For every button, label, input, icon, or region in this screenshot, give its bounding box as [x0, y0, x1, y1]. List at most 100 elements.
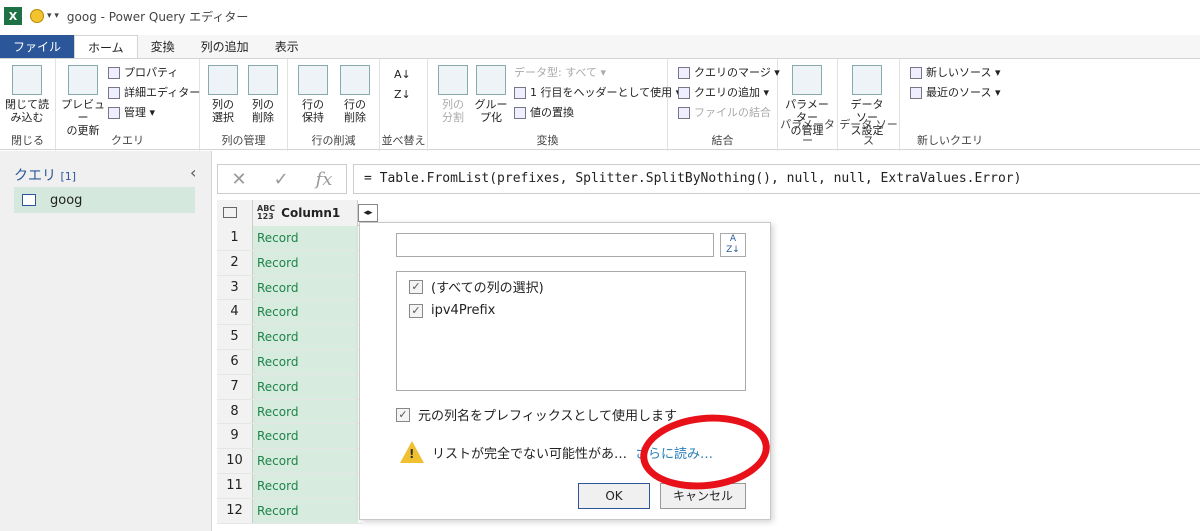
advanced-editor-label: 詳細エディター	[124, 86, 201, 99]
sort-descending-icon[interactable]: Z↓	[394, 85, 411, 105]
ribbon: 閉じて読 み込む 閉じる プレビュー の更新 プロパティ 詳細エディター 管理 …	[0, 58, 1200, 151]
tab-view[interactable]: 表示	[262, 35, 312, 59]
smiley-icon[interactable]	[30, 9, 44, 23]
column-type-icon[interactable]: ABC 123	[257, 205, 275, 221]
refresh-preview-button[interactable]: プレビュー の更新	[60, 65, 106, 137]
group-label-parameters: パラメーター	[780, 118, 835, 147]
merge-icon	[678, 67, 690, 79]
recent-sources-icon	[910, 87, 922, 99]
collapse-pane-icon[interactable]: ‹	[190, 163, 196, 182]
cell-value[interactable]: Record	[253, 275, 358, 300]
use-prefix-checkbox[interactable]: ✓	[396, 407, 410, 422]
group-new-query: 新しいソース ▾ 最近のソース ▾ 新しいクエリ	[900, 59, 1000, 151]
use-prefix-label: 元の列名をプレフィックスとして使用します	[418, 409, 677, 424]
replace-values-label: 値の置換	[530, 106, 574, 119]
group-by-icon	[476, 65, 506, 95]
remove-rows-icon	[340, 65, 370, 95]
cell-value[interactable]: Record	[253, 325, 358, 349]
data-type-label: データ型: すべて	[514, 66, 597, 79]
new-source-button[interactable]: 新しいソース ▾	[910, 63, 1000, 83]
query-item[interactable]: goog	[14, 187, 195, 213]
row-number: 8	[217, 399, 253, 424]
warning-icon: !	[400, 441, 424, 463]
advanced-editor-button[interactable]: 詳細エディター	[108, 83, 200, 103]
cell-value[interactable]: Record	[253, 449, 358, 473]
group-label-combine: 結合	[711, 134, 734, 147]
cell-value[interactable]: Record	[253, 349, 358, 374]
sort-ascending-icon[interactable]: A↓	[394, 65, 411, 85]
properties-button[interactable]: プロパティ	[108, 63, 178, 83]
table-row: 4 Record	[217, 300, 362, 326]
formula-buttons: ✕ ✓ fx	[217, 164, 347, 194]
row-number: 9	[217, 424, 253, 449]
formula-bar[interactable]: = Table.FromList(prefixes, Splitter.Spli…	[353, 164, 1200, 194]
tab-add-column[interactable]: 列の追加	[188, 35, 262, 59]
keep-rows-icon	[298, 65, 328, 95]
tab-home[interactable]: ホーム	[74, 35, 138, 59]
cell-value[interactable]: Record	[253, 399, 358, 424]
ok-button[interactable]: OK	[578, 483, 650, 509]
close-load-label: 閉じて読 み込む	[5, 98, 49, 124]
table-row: 7 Record	[217, 374, 362, 400]
select-all-checkbox[interactable]: ✓	[409, 279, 423, 294]
use-prefix-row[interactable]: ✓ 元の列名をプレフィックスとして使用します	[396, 405, 677, 424]
commit-formula-icon[interactable]: ✓	[274, 169, 289, 190]
cell-value[interactable]: Record	[253, 473, 358, 498]
group-by-label: グルー プ化	[474, 98, 508, 124]
append-icon	[678, 87, 690, 99]
close-load-button[interactable]: 閉じて読 み込む	[4, 65, 50, 124]
keep-rows-label: 行の 保持	[302, 98, 324, 124]
remove-columns-button[interactable]: 列の 削除	[240, 65, 286, 124]
group-manage-columns: 列の 選択 列の 削除 列の管理	[200, 59, 288, 151]
cancel-formula-icon[interactable]: ✕	[231, 169, 246, 190]
data-grid: ABC 123 Column1 ◂▸ 1 Record 2 Record 3 Reco…	[217, 200, 378, 531]
manage-button[interactable]: 管理 ▾	[108, 103, 155, 123]
first-row-header-label: 1 行目をヘッダーとして使用	[530, 86, 673, 99]
table-row: 1 Record	[217, 226, 362, 251]
table-row: 12 Record	[217, 498, 362, 524]
column-list: ✓ (すべての列の選択) ✓ ipv4Prefix	[396, 271, 746, 391]
fx-icon[interactable]: fx	[316, 169, 333, 190]
tab-file[interactable]: ファイル	[0, 35, 75, 59]
column-search-input[interactable]	[396, 233, 714, 257]
group-transform: 列の 分割 グルー プ化 データ型: すべて ▾ 1 行目をヘッダーとして使用 …	[428, 59, 681, 151]
remove-rows-button[interactable]: 行の 削除	[332, 65, 378, 124]
remove-columns-label: 列の 削除	[252, 98, 274, 124]
merge-queries-button[interactable]: クエリのマージ ▾	[678, 63, 780, 83]
manage-label: 管理	[124, 106, 146, 119]
column-option-row[interactable]: ✓ ipv4Prefix	[409, 303, 495, 318]
data-type-dropdown[interactable]: データ型: すべて ▾	[514, 63, 606, 83]
sort-az-icon[interactable]: A Z↓	[720, 233, 746, 257]
group-data-source: データ ソー ス設定 データ ソース	[838, 59, 900, 151]
first-row-header-button[interactable]: 1 行目をヘッダーとして使用 ▾	[514, 83, 681, 103]
row-number: 1	[217, 226, 253, 250]
cell-value[interactable]: Record	[253, 226, 358, 250]
select-all-row[interactable]: ✓ (すべての列の選択)	[409, 277, 544, 296]
column-checkbox[interactable]: ✓	[409, 303, 423, 318]
table-menu-button[interactable]	[217, 200, 253, 226]
group-by-button[interactable]: グルー プ化	[468, 65, 514, 124]
column-header[interactable]: ABC 123 Column1	[253, 200, 358, 226]
row-number: 5	[217, 325, 253, 349]
replace-values-button[interactable]: 値の置換	[514, 103, 574, 123]
row-number: 4	[217, 300, 253, 325]
cell-value[interactable]: Record	[253, 250, 358, 275]
table-icon	[22, 194, 36, 206]
combine-files-button[interactable]: ファイルの結合	[678, 103, 771, 123]
group-label-reduce-rows: 行の削減	[311, 134, 356, 147]
append-queries-button[interactable]: クエリの追加 ▾	[678, 83, 769, 103]
expand-column-icon[interactable]: ◂▸	[358, 204, 378, 222]
keep-rows-button[interactable]: 行の 保持	[290, 65, 336, 124]
quick-access-dropdown-icon[interactable]: ▾ ▾	[47, 11, 59, 21]
table-row: 5 Record	[217, 325, 362, 350]
cell-value[interactable]: Record	[253, 374, 358, 399]
title-bar: X ▾ ▾ goog - Power Query エディター	[0, 0, 1200, 32]
cell-value[interactable]: Record	[253, 300, 358, 325]
tab-transform[interactable]: 変換	[138, 35, 188, 59]
group-label-data-source: データ ソース	[839, 118, 898, 147]
recent-sources-button[interactable]: 最近のソース ▾	[910, 83, 1000, 103]
manage-icon	[108, 107, 120, 119]
cell-value[interactable]: Record	[253, 424, 358, 449]
new-source-label: 新しいソース	[926, 66, 992, 79]
cell-value[interactable]: Record	[253, 498, 358, 523]
